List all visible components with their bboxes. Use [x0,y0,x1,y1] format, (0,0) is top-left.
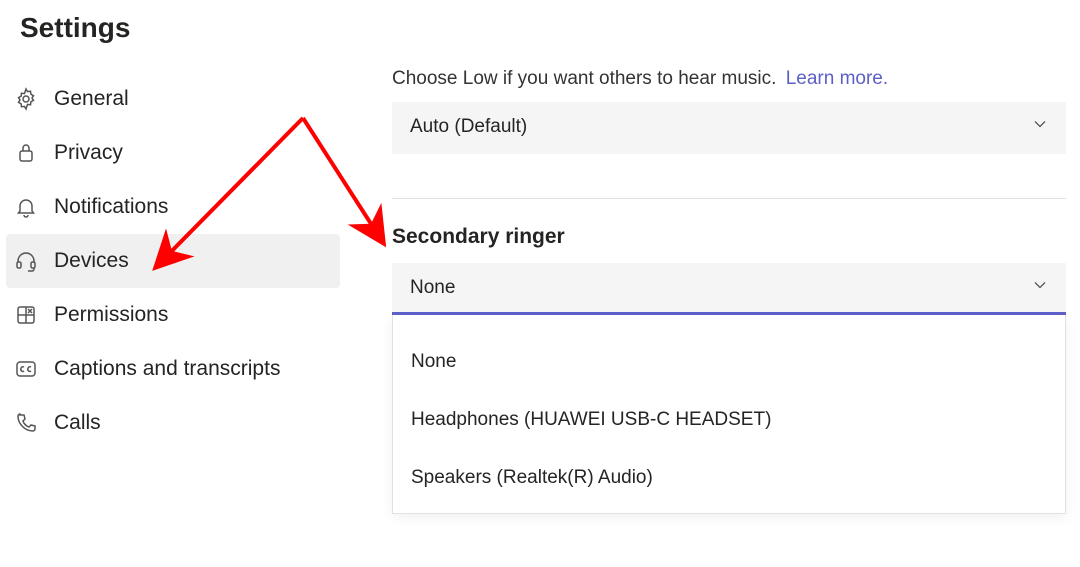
sidebar-item-label: Notifications [54,195,168,219]
bell-icon [14,195,54,219]
sidebar-item-devices[interactable]: Devices [6,234,340,288]
sidebar-item-captions[interactable]: Captions and transcripts [6,342,340,396]
phone-icon [14,411,54,435]
cc-icon [14,357,54,381]
sidebar-item-calls[interactable]: Calls [6,396,340,450]
dropdown-option[interactable]: Speakers (Realtek(R) Audio) [393,449,1065,507]
learn-more-link[interactable]: Learn more. [786,68,888,89]
chevron-down-icon [1030,114,1050,140]
hint-text: Choose Low if you want others to hear mu… [392,68,776,89]
sidebar-item-privacy[interactable]: Privacy [6,126,340,180]
dropdown-option[interactable]: None [393,333,1065,391]
sidebar-item-permissions[interactable]: Permissions [6,288,340,342]
sidebar-item-label: General [54,87,129,111]
section-divider [392,198,1066,199]
sidebar-item-label: Devices [54,249,129,273]
settings-layout: General Privacy Notifications Devices Pe [0,72,1080,514]
app-grid-icon [14,303,54,327]
secondary-ringer-label: Secondary ringer [392,225,1066,249]
sidebar-item-notifications[interactable]: Notifications [6,180,340,234]
sidebar-item-label: Privacy [54,141,123,165]
gear-icon [14,87,54,111]
settings-main: Choose Low if you want others to hear mu… [340,72,1080,514]
select-value: Auto (Default) [410,116,527,138]
select-value: None [410,277,455,299]
sidebar-item-label: Captions and transcripts [54,357,280,381]
sidebar-item-label: Permissions [54,303,168,327]
dropdown-option[interactable]: Headphones (HUAWEI USB-C HEADSET) [393,391,1065,449]
audio-mode-select[interactable]: Auto (Default) [392,102,1066,154]
lock-icon [14,141,54,165]
sidebar-item-general[interactable]: General [6,72,340,126]
secondary-ringer-select[interactable]: None [392,263,1066,315]
chevron-down-icon [1030,275,1050,301]
secondary-ringer-dropdown: None Headphones (HUAWEI USB-C HEADSET) S… [392,315,1066,514]
settings-sidebar: General Privacy Notifications Devices Pe [0,72,340,514]
sidebar-item-label: Calls [54,411,101,435]
headset-icon [14,249,54,273]
page-title: Settings [0,0,1080,44]
audio-hint: Choose Low if you want others to hear mu… [392,68,1066,90]
